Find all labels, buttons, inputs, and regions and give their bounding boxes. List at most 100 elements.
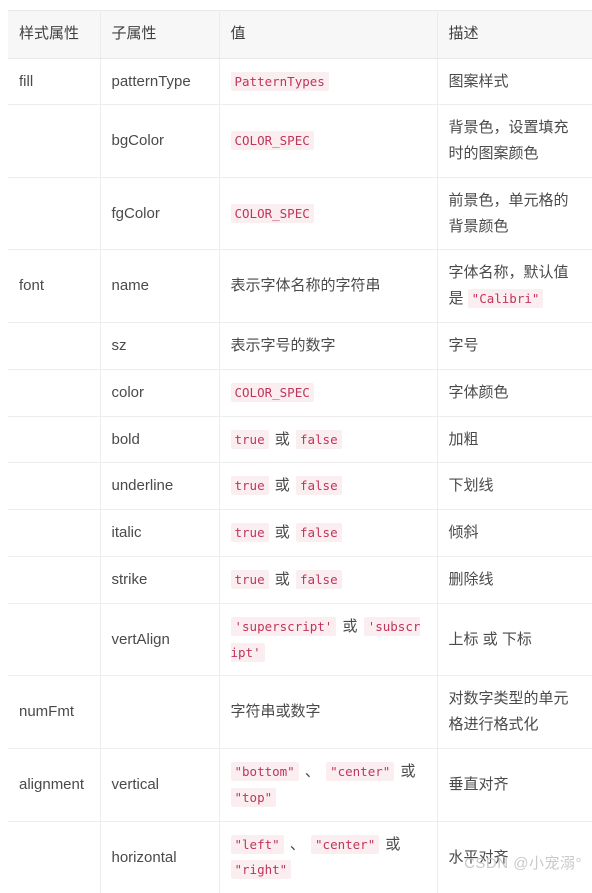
value-separator: 或 [274,571,290,589]
code-chip: false [295,429,342,449]
table-row: color COLOR_SPEC 字体颜色 [8,368,592,417]
cell-style-attribute [8,820,101,893]
column-header-value: 值 [219,10,438,59]
cell-sub-attribute: vertical [100,748,220,822]
code-chip: COLOR_SPEC [230,382,314,402]
column-header-style-attribute: 样式属性 [8,10,101,59]
cell-value: COLOR_SPEC [219,104,438,178]
cell-style-attribute: fill [8,57,101,105]
cell-style-attribute: numFmt [8,675,101,749]
cell-text: 字体颜色 [448,383,509,401]
cell-value: PatternTypes [219,57,438,105]
cell-value: true 或 false [219,415,438,463]
cell-sub-attribute: name [100,249,220,323]
table-body: fill patternType PatternTypes 图案样式 bgColor C… [8,57,592,893]
cell-style-attribute [8,176,101,250]
cell-description: 图案样式 [437,57,592,105]
cell-text: 下划线 [448,477,494,495]
cell-text: 字号 [448,337,479,355]
cell-text: 删除线 [448,571,494,589]
cell-sub-attribute: patternType [100,57,220,105]
cell-sub-attribute: fgColor [100,176,220,250]
cell-sub-attribute: strike [100,556,220,604]
table-row: bgColor COLOR_SPEC 背景色，设置填充时的图案颜色 [8,104,592,178]
table-row: bold true 或 false 加粗 [8,415,592,463]
cell-text: 表示字体名称的字符串 [230,277,381,295]
cell-sub-attribute: vertAlign [100,602,220,676]
table-row: vertAlign'superscript' 或 'subscript' 上标 … [8,602,592,676]
value-separator: 或 [342,617,358,635]
cell-text: 图案样式 [448,72,509,90]
code-chip: 'superscript' [230,616,337,636]
cell-value: 字符串或数字 [219,675,438,749]
table-header: 样式属性 子属性 值 描述 [8,10,592,59]
style-attribute-table: 样式属性 子属性 值 描述 fill patternType PatternType… [8,10,592,893]
cell-sub-attribute: color [100,368,220,417]
cell-style-attribute: font [8,249,101,323]
cell-sub-attribute: sz [100,322,220,370]
cell-description: 背景色，设置填充时的图案颜色 [437,104,592,178]
cell-sub-attribute: bold [100,415,220,463]
cell-sub-attribute: bgColor [100,104,220,178]
value-separator: 或 [400,763,416,781]
cell-value: COLOR_SPEC [219,368,438,417]
table-row: alignment vertical "bottom" 、 "center" 或 "… [8,748,592,822]
cell-value: 表示字号的数字 [219,322,438,370]
cell-value: 'superscript' 或 'subscript' [219,602,438,676]
table-row: underline true 或 false 下划线 [8,462,592,510]
cell-style-attribute [8,368,101,417]
cell-style-attribute: alignment [8,748,101,822]
table-row: fill patternType PatternTypes 图案样式 [8,57,592,105]
code-chip: true [230,429,269,449]
page-root: 样式属性 子属性 值 描述 fill patternType PatternType… [0,0,592,893]
cell-style-attribute [8,509,101,557]
value-separator: 、 [304,763,320,781]
cell-value: "left" 、 "center" 或 "right" [219,820,438,893]
cell-sub-attribute [100,675,220,749]
value-separator: 或 [274,430,290,448]
code-chip: "center" [326,762,395,782]
value-separator: 或 [274,477,290,495]
code-chip: false [295,570,342,590]
code-chip: false [295,523,342,543]
cell-value: true 或 false [219,462,438,510]
cell-value: "bottom" 、 "center" 或 "top" [219,748,438,822]
table-row: sz 表示字号的数字 字号 [8,322,592,370]
code-chip: "Calibri" [467,289,544,309]
cell-description: 下划线 [437,462,592,510]
code-chip: PatternTypes [230,71,329,91]
code-chip: "top" [230,787,277,807]
cell-description: 上标 或 下标 [437,602,592,676]
code-chip: true [230,523,269,543]
cell-text: 上标 或 下标 [448,630,532,648]
table-row: strike true 或 false 删除线 [8,556,592,604]
table-row: italic true 或 false 倾斜 [8,509,592,557]
code-chip: "left" [230,834,284,854]
cell-description: 倾斜 [437,509,592,557]
cell-description: 加粗 [437,415,592,463]
cell-description: 字体名称，默认值是 "Calibri" [437,249,592,323]
cell-value: 表示字体名称的字符串 [219,249,438,323]
cell-description: 对数字类型的单元格进行格式化 [437,675,592,749]
cell-style-attribute [8,322,101,370]
cell-value: true 或 false [219,556,438,604]
column-header-description: 描述 [437,10,592,59]
cell-style-attribute [8,462,101,510]
table-row: numFmt 字符串或数字 对数字类型的单元格进行格式化 [8,675,592,749]
code-chip: false [295,476,342,496]
table-row: fgColor COLOR_SPEC 前景色，单元格的背景颜色 [8,176,592,250]
value-separator: 或 [385,835,401,853]
code-chip: "right" [230,860,292,880]
cell-style-attribute [8,556,101,604]
table-header-row: 样式属性 子属性 值 描述 [8,10,592,59]
code-chip: COLOR_SPEC [230,203,314,223]
code-chip: COLOR_SPEC [230,131,314,151]
cell-text: 背景色，设置填充时的图案颜色 [448,119,569,163]
cell-style-attribute [8,602,101,676]
cell-sub-attribute: horizontal [100,820,220,893]
cell-text: 表示字号的数字 [230,337,336,355]
cell-text: 前景色，单元格的背景颜色 [448,191,569,235]
cell-text: 对数字类型的单元格进行格式化 [448,690,569,734]
code-chip: "bottom" [230,762,299,782]
cell-text: 倾斜 [448,524,479,542]
